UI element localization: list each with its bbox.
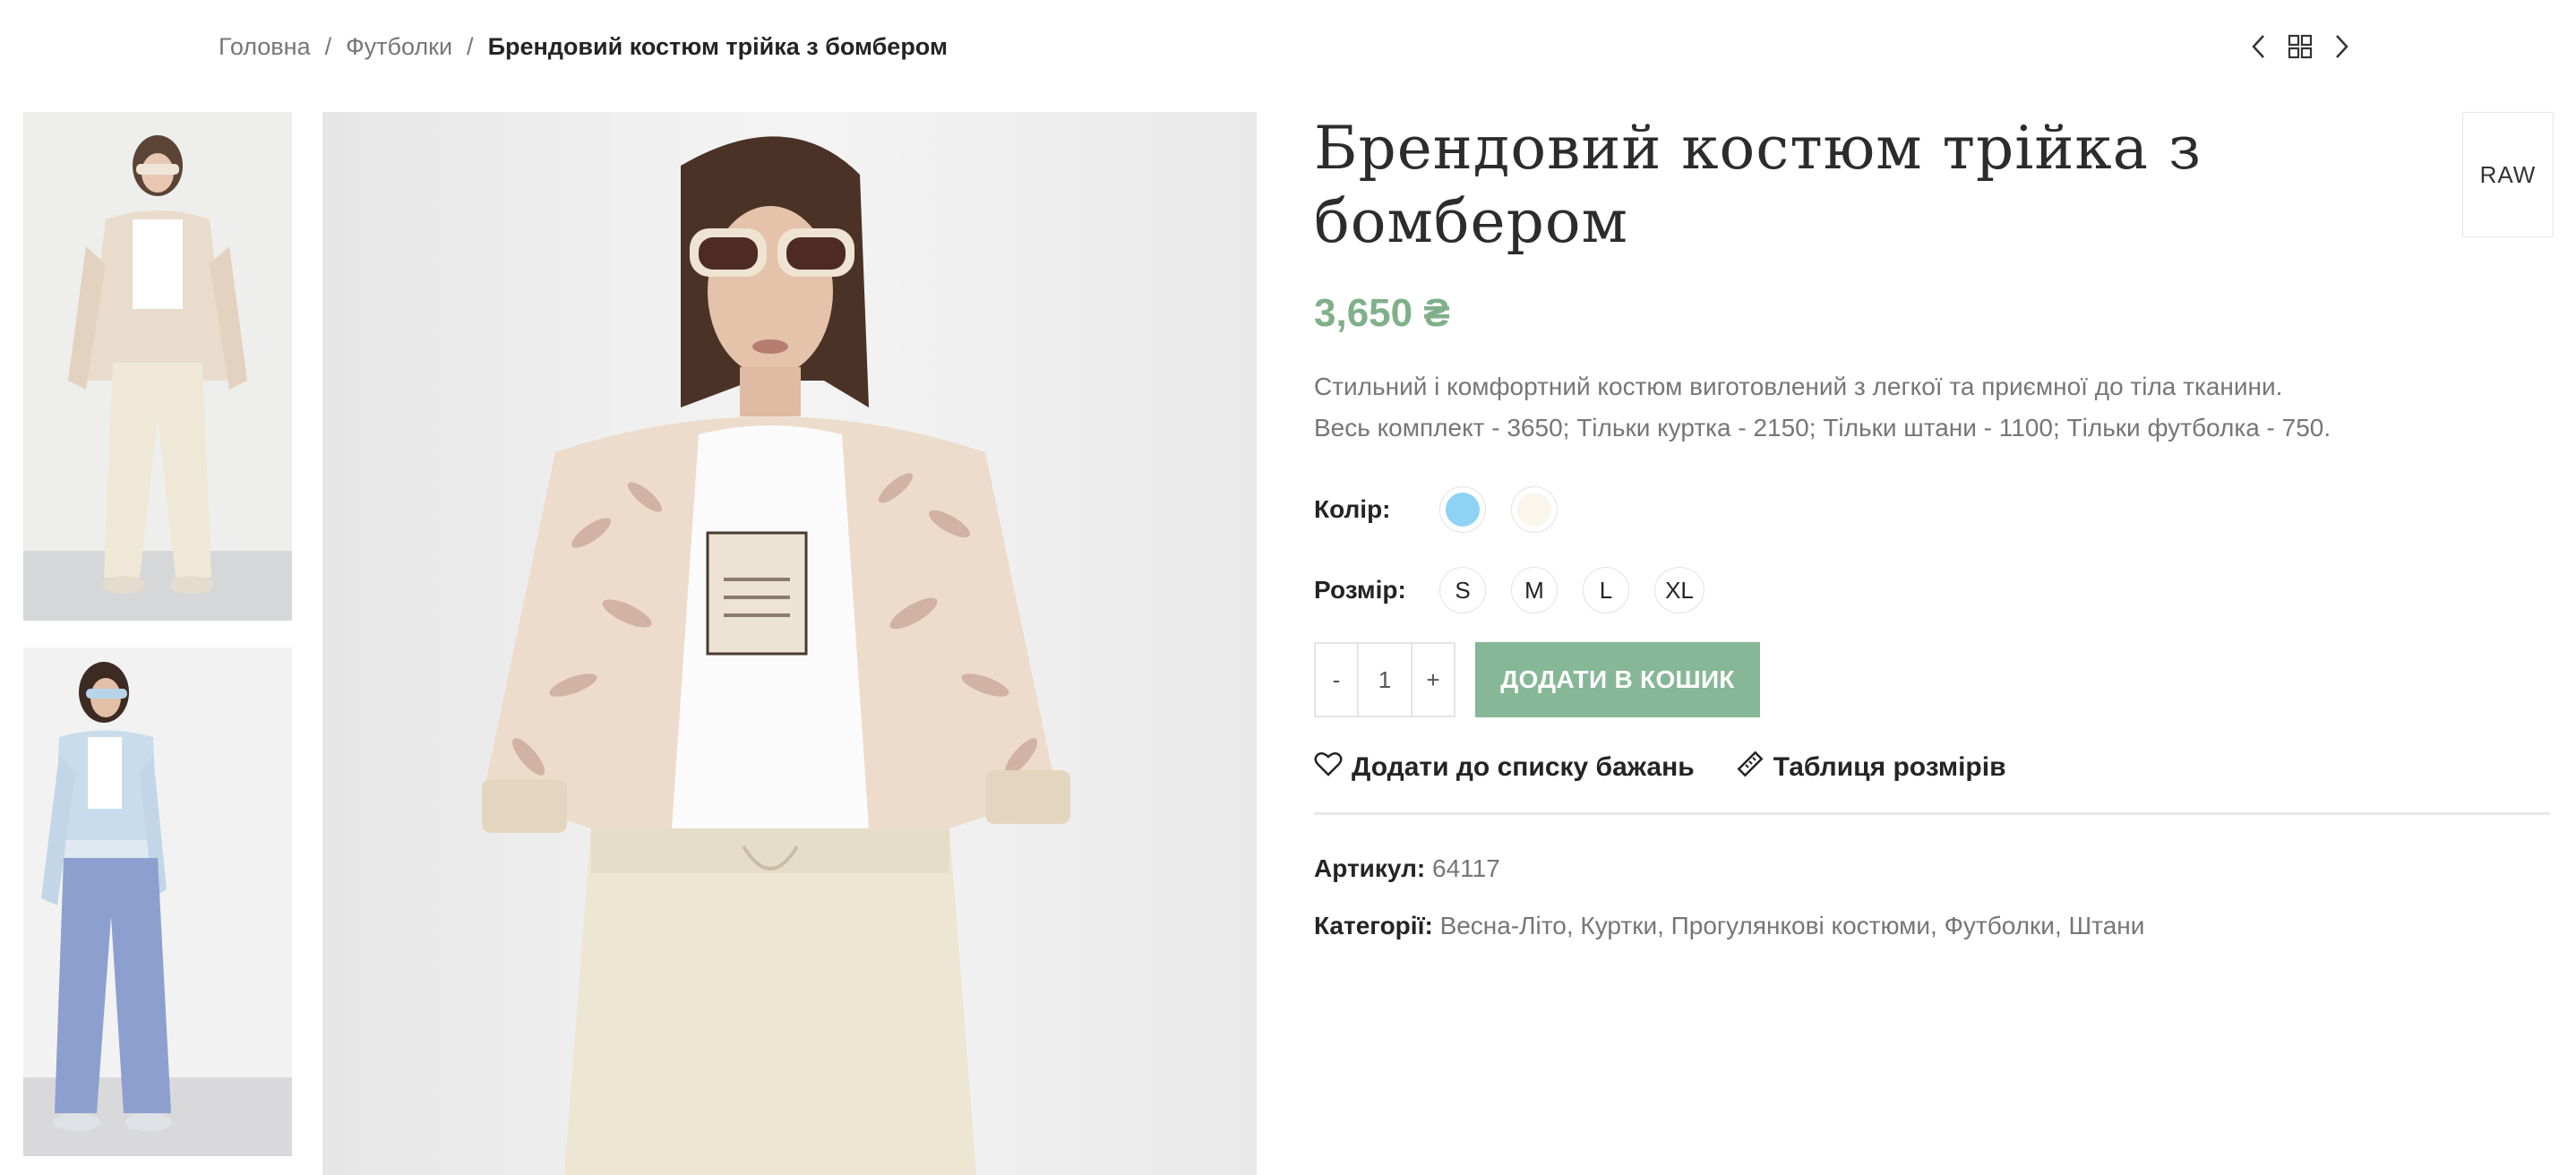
size-option-s[interactable]: S: [1439, 567, 1486, 613]
quantity-minus-button[interactable]: -: [1316, 644, 1357, 716]
sku-value: 64117: [1432, 854, 1500, 882]
color-label: Колір:: [1314, 495, 1391, 523]
description-line: Стильний і комфортний костюм виготовлени…: [1314, 373, 2283, 400]
categories-label: Категорії:: [1314, 912, 1433, 939]
color-swatch-cream[interactable]: [1511, 486, 1558, 533]
category-link[interactable]: Штани: [2069, 912, 2145, 939]
size-option-l[interactable]: L: [1583, 567, 1629, 613]
product-navigation: [2250, 29, 2350, 64]
categories-row: Категорії: Весна-Літо, Куртки, Прогулянк…: [1314, 912, 2145, 939]
category-link[interactable]: Прогулянкові костюми: [1671, 912, 1930, 939]
product-description: Стильний і комфортний костюм виготовлени…: [1314, 366, 2550, 449]
description-line: Весь комплект - 3650; Тільки куртка - 21…: [1314, 414, 2331, 442]
size-label: Розмір:: [1314, 576, 1406, 604]
sku-row: Артикул: 64117: [1314, 854, 2550, 883]
size-option-xl[interactable]: XL: [1654, 567, 1704, 613]
grid-icon[interactable]: [2288, 34, 2313, 59]
main-product-image[interactable]: [322, 112, 1257, 1175]
breadcrumb: Головна / Футболки / Брендовий костюм тр…: [219, 29, 948, 64]
category-link[interactable]: Куртки: [1580, 912, 1657, 939]
breadcrumb-separator: /: [467, 32, 474, 60]
color-selector: Колір:: [1314, 483, 2550, 536]
divider: [1314, 812, 2550, 815]
size-option-m[interactable]: M: [1511, 567, 1558, 613]
breadcrumb-home[interactable]: Головна: [219, 33, 311, 61]
category-link[interactable]: Весна-Літо: [1440, 912, 1567, 939]
thumbnail-gallery: [23, 112, 292, 1175]
product-title: Брендовий костюм трійка з бомбером: [1314, 114, 2202, 256]
add-to-cart-row: - 1 + ДОДАТИ В КОШИК: [1314, 642, 2550, 717]
sku-label: Артикул:: [1314, 854, 1426, 882]
product-price: 3,650 ₴: [1314, 291, 1450, 335]
breadcrumb-separator: /: [324, 32, 332, 60]
chevron-right-icon[interactable]: [2332, 33, 2350, 60]
size-selector: Розмір: S M L XL: [1314, 563, 2550, 617]
quantity-input[interactable]: 1: [1357, 644, 1413, 716]
ruler-icon: [1736, 750, 1765, 785]
size-chart-label: Таблиця розмірів: [1773, 752, 2006, 782]
wishlist-label: Додати до списку бажань: [1352, 752, 1695, 782]
size-chart-link[interactable]: Таблиця розмірів: [1736, 750, 2006, 785]
thumbnail-beige-outfit[interactable]: [23, 112, 292, 621]
quantity-stepper: - 1 +: [1314, 642, 1455, 717]
heart-icon: [1314, 750, 1343, 785]
color-swatch-blue[interactable]: [1439, 486, 1486, 533]
product-summary: Брендовий костюм трійка з бомбером RAW 3…: [1314, 112, 2554, 969]
chevron-left-icon[interactable]: [2250, 33, 2268, 60]
wishlist-link[interactable]: Додати до списку бажань: [1314, 750, 1695, 785]
category-link[interactable]: Футболки: [1945, 912, 2055, 939]
breadcrumb-current: Брендовий костюм трійка з бомбером: [487, 32, 948, 60]
thumbnail-blue-outfit[interactable]: [23, 648, 292, 1156]
quantity-plus-button[interactable]: +: [1413, 644, 1454, 716]
add-to-cart-button[interactable]: ДОДАТИ В КОШИК: [1475, 642, 1760, 717]
brand-logo[interactable]: RAW: [2462, 112, 2554, 237]
product-meta: Артикул: 64117 Категорії: Весна-Літо, Ку…: [1314, 854, 2550, 940]
breadcrumb-category[interactable]: Футболки: [346, 33, 452, 61]
extra-actions: Додати до списку бажань Таблиця розмірів: [1314, 750, 2550, 785]
